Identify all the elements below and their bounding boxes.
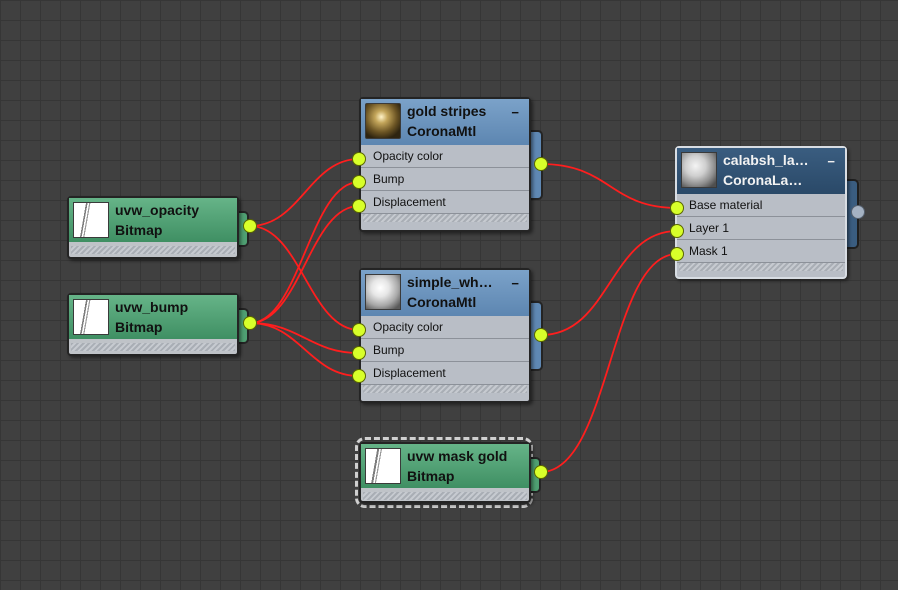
slot-opacity-color[interactable]: Opacity color	[361, 316, 529, 339]
material-preview-thumbnail	[365, 274, 401, 310]
node-resize-grip[interactable]	[679, 263, 843, 271]
bitmap-node-uvw-mask-gold[interactable]: uvw mask gold Bitmap	[359, 442, 531, 503]
wire-opacity-to-white-opacity	[249, 225, 360, 331]
slot-label: Opacity color	[373, 149, 444, 163]
node-header[interactable]: uvw mask gold Bitmap	[361, 444, 529, 488]
node-header[interactable]: uvw_bump Bitmap	[69, 295, 237, 339]
slot-displacement[interactable]: Displacement	[361, 362, 529, 385]
material-preview-thumbnail	[365, 103, 401, 139]
node-title: uvw_opacity	[115, 202, 200, 218]
input-socket-opacity-color[interactable]	[352, 323, 366, 337]
node-type: Bitmap	[115, 222, 163, 238]
wire-bump-to-gold-displacement	[249, 205, 360, 324]
slot-bump[interactable]: Bump	[361, 339, 529, 362]
node-title: gold stripes	[407, 103, 487, 119]
output-socket[interactable]	[534, 157, 548, 171]
slot-bump[interactable]: Bump	[361, 168, 529, 191]
output-socket[interactable]	[534, 465, 548, 479]
slot-label: Layer 1	[689, 221, 730, 235]
bitmap-preview-thumbnail	[73, 202, 109, 238]
material-node-simple-white[interactable]: simple_wh… CoronaMtl − Opacity color Bum…	[359, 268, 531, 403]
node-header[interactable]: simple_wh… CoronaMtl −	[361, 270, 529, 316]
slot-label: Mask 1	[689, 244, 728, 258]
node-title: uvw_bump	[115, 299, 189, 315]
node-resize-grip[interactable]	[71, 246, 235, 254]
wire-bump-to-white-bump	[249, 322, 360, 354]
slot-displacement[interactable]: Displacement	[361, 191, 529, 214]
node-resize-grip[interactable]	[363, 214, 527, 222]
slot-label: Bump	[373, 343, 405, 357]
slot-label: Displacement	[373, 195, 446, 209]
output-socket[interactable]	[243, 219, 257, 233]
node-title: calabsh_la…	[723, 152, 809, 168]
slot-opacity-color[interactable]: Opacity color	[361, 145, 529, 168]
input-socket-displacement[interactable]	[352, 199, 366, 213]
node-resize-grip[interactable]	[363, 385, 527, 393]
output-socket[interactable]	[851, 205, 865, 219]
slot-label: Displacement	[373, 366, 446, 380]
bitmap-preview-thumbnail	[73, 299, 109, 335]
output-socket[interactable]	[243, 316, 257, 330]
wire-bump-to-gold-bump	[249, 181, 360, 324]
wire-gold-to-base-material	[540, 163, 678, 209]
node-resize-grip[interactable]	[71, 343, 235, 351]
minimize-button[interactable]: −	[511, 276, 519, 291]
node-type: CoronaLa…	[723, 172, 803, 188]
node-type: CoronaMtl	[407, 294, 477, 310]
wire-mask-to-mask1	[540, 253, 678, 473]
minimize-button[interactable]: −	[827, 154, 835, 169]
input-socket-displacement[interactable]	[352, 369, 366, 383]
slot-layer-1[interactable]: Layer 1	[677, 217, 845, 240]
node-header[interactable]: uvw_opacity Bitmap	[69, 198, 237, 242]
node-header[interactable]: gold stripes CoronaMtl −	[361, 99, 529, 145]
bitmap-node-uvw-bump[interactable]: uvw_bump Bitmap	[67, 293, 239, 356]
bitmap-node-uvw-opacity[interactable]: uvw_opacity Bitmap	[67, 196, 239, 259]
wire-opacity-to-gold-opacity	[249, 158, 360, 227]
node-title: simple_wh…	[407, 274, 493, 290]
minimize-button[interactable]: −	[511, 105, 519, 120]
node-type: Bitmap	[115, 319, 163, 335]
input-socket-bump[interactable]	[352, 346, 366, 360]
node-resize-grip[interactable]	[363, 492, 527, 500]
bitmap-preview-thumbnail	[365, 448, 401, 484]
wire-bump-to-white-displacement	[249, 322, 360, 377]
slot-label: Bump	[373, 172, 405, 186]
material-node-gold-stripes[interactable]: gold stripes CoronaMtl − Opacity color B…	[359, 97, 531, 232]
node-title: uvw mask gold	[407, 448, 508, 464]
node-type: Bitmap	[407, 468, 455, 484]
slot-label: Opacity color	[373, 320, 444, 334]
material-node-calabsh-layered[interactable]: calabsh_la… CoronaLa… − Base material La…	[675, 146, 847, 279]
slot-label: Base material	[689, 198, 763, 212]
input-socket-base-material[interactable]	[670, 201, 684, 215]
node-header[interactable]: calabsh_la… CoronaLa… −	[677, 148, 845, 194]
slot-mask-1[interactable]: Mask 1	[677, 240, 845, 263]
material-preview-thumbnail	[681, 152, 717, 188]
input-socket-mask-1[interactable]	[670, 247, 684, 261]
wire-white-to-layer1	[540, 230, 678, 336]
slot-base-material[interactable]: Base material	[677, 194, 845, 217]
input-socket-bump[interactable]	[352, 175, 366, 189]
output-socket[interactable]	[534, 328, 548, 342]
input-socket-layer-1[interactable]	[670, 224, 684, 238]
node-type: CoronaMtl	[407, 123, 477, 139]
input-socket-opacity-color[interactable]	[352, 152, 366, 166]
